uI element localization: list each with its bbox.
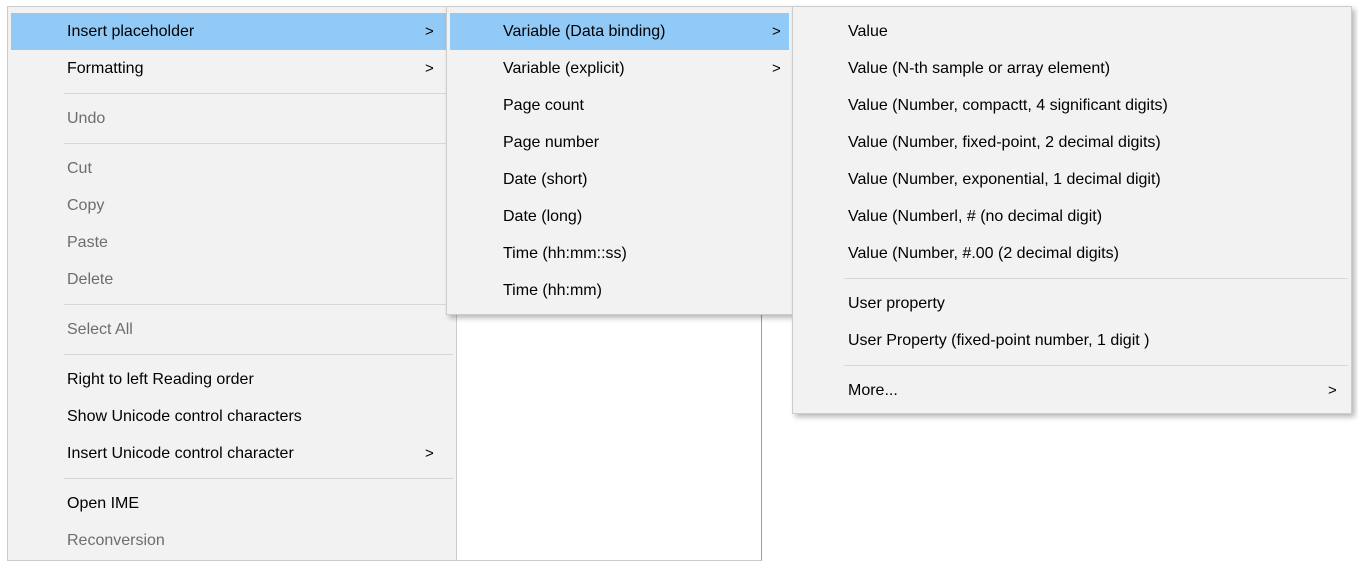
menu-item-label: Value (Number, #.00 (2 decimal digits) <box>848 245 1119 262</box>
menu-separator <box>844 278 1348 279</box>
menu-item-insert-placeholder[interactable]: Insert placeholder > <box>11 13 453 50</box>
menu-item-time-hhmm[interactable]: Time (hh:mm) <box>447 272 792 309</box>
menu-item-open-ime[interactable]: Open IME <box>8 485 456 522</box>
menu-item-label: Right to left Reading order <box>67 371 254 388</box>
menu-item-user-property-fixed[interactable]: User Property (fixed-point number, 1 dig… <box>793 322 1351 359</box>
menu-item-date-long[interactable]: Date (long) <box>447 198 792 235</box>
menu-item-label: Value (Number, exponential, 1 decimal di… <box>848 171 1161 188</box>
menu-item-label: Reconversion <box>67 532 165 549</box>
menu-item-show-unicode-control[interactable]: Show Unicode control characters <box>8 398 456 435</box>
menu-item-label: Variable (Data binding) <box>503 23 666 40</box>
menu-item-label: Variable (explicit) <box>503 60 625 77</box>
menu-item-cut[interactable]: Cut <box>8 150 456 187</box>
menu-item-label: User property <box>848 295 945 312</box>
chevron-right-icon: > <box>425 23 434 40</box>
menu-item-label: Value (Numberl, # (no decimal digit) <box>848 208 1103 225</box>
menu-item-paste[interactable]: Paste <box>8 224 456 261</box>
menu-item-value-two-decimal[interactable]: Value (Number, #.00 (2 decimal digits) <box>793 235 1351 272</box>
menu-item-value-compact[interactable]: Value (Number, compactt, 4 significant d… <box>793 87 1351 124</box>
menu-item-label: Time (hh:mm) <box>503 282 602 299</box>
insert-placeholder-submenu: Variable (Data binding) > Variable (expl… <box>446 6 793 315</box>
menu-item-label: Cut <box>67 160 92 177</box>
menu-item-label: Page count <box>503 97 584 114</box>
menu-separator <box>64 93 453 94</box>
menu-item-label: Value (Number, fixed-point, 2 decimal di… <box>848 134 1161 151</box>
menu-item-variable-explicit[interactable]: Variable (explicit) > <box>447 50 792 87</box>
menu-item-label: Select All <box>67 321 133 338</box>
menu-item-date-short[interactable]: Date (short) <box>447 161 792 198</box>
menu-item-label: Copy <box>67 197 105 214</box>
chevron-right-icon: > <box>1328 382 1337 399</box>
menu-item-page-number[interactable]: Page number <box>447 124 792 161</box>
menu-item-label: User Property (fixed-point number, 1 dig… <box>848 332 1150 349</box>
menu-item-copy[interactable]: Copy <box>8 187 456 224</box>
menu-item-value[interactable]: Value <box>793 13 1351 50</box>
menu-item-formatting[interactable]: Formatting > <box>8 50 456 87</box>
context-menu: Insert placeholder > Formatting > Undo C… <box>7 6 457 561</box>
chevron-right-icon: > <box>425 445 434 462</box>
variable-data-binding-submenu: Value Value (N-th sample or array elemen… <box>792 6 1352 414</box>
menu-item-label: More... <box>848 382 898 399</box>
menu-item-label: Value (N-th sample or array element) <box>848 60 1111 77</box>
menu-item-label: Show Unicode control characters <box>67 408 302 425</box>
menu-item-label: Paste <box>67 234 108 251</box>
menu-item-label: Open IME <box>67 495 140 512</box>
menu-separator <box>844 365 1348 366</box>
menu-item-label: Insert placeholder <box>67 23 195 40</box>
chevron-right-icon: > <box>772 23 781 40</box>
menu-item-label: Date (short) <box>503 171 588 188</box>
menu-item-label: Value (Number, compactt, 4 significant d… <box>848 97 1168 114</box>
menu-item-rtl-reading-order[interactable]: Right to left Reading order <box>8 361 456 398</box>
menu-item-label: Insert Unicode control character <box>67 445 294 462</box>
menu-item-time-hhmmss[interactable]: Time (hh:mm::ss) <box>447 235 792 272</box>
menu-item-label: Formatting <box>67 60 144 77</box>
menu-item-page-count[interactable]: Page count <box>447 87 792 124</box>
menu-item-label: Undo <box>67 110 106 127</box>
menu-item-more[interactable]: More... > <box>793 372 1351 409</box>
menu-item-value-exponential[interactable]: Value (Number, exponential, 1 decimal di… <box>793 161 1351 198</box>
chevron-right-icon: > <box>425 60 434 77</box>
menu-item-undo[interactable]: Undo <box>8 100 456 137</box>
menu-item-label: Date (long) <box>503 208 583 225</box>
menu-separator <box>64 354 453 355</box>
menu-separator <box>64 143 453 144</box>
menu-item-label: Page number <box>503 134 600 151</box>
menu-item-value-fixed[interactable]: Value (Number, fixed-point, 2 decimal di… <box>793 124 1351 161</box>
menu-item-reconversion[interactable]: Reconversion <box>8 522 456 559</box>
menu-item-label: Time (hh:mm::ss) <box>503 245 627 262</box>
menu-item-value-nth[interactable]: Value (N-th sample or array element) <box>793 50 1351 87</box>
menu-separator <box>64 304 453 305</box>
menu-item-label: Value <box>848 23 888 40</box>
menu-item-select-all[interactable]: Select All <box>8 311 456 348</box>
background-panel <box>456 310 762 561</box>
menu-item-user-property[interactable]: User property <box>793 285 1351 322</box>
menu-item-variable-data-binding[interactable]: Variable (Data binding) > <box>450 13 789 50</box>
menu-item-value-no-decimal[interactable]: Value (Numberl, # (no decimal digit) <box>793 198 1351 235</box>
menu-separator <box>64 478 453 479</box>
menu-item-label: Delete <box>67 271 114 288</box>
chevron-right-icon: > <box>772 60 781 77</box>
menu-item-insert-unicode-control[interactable]: Insert Unicode control character > <box>8 435 456 472</box>
menu-item-delete[interactable]: Delete <box>8 261 456 298</box>
